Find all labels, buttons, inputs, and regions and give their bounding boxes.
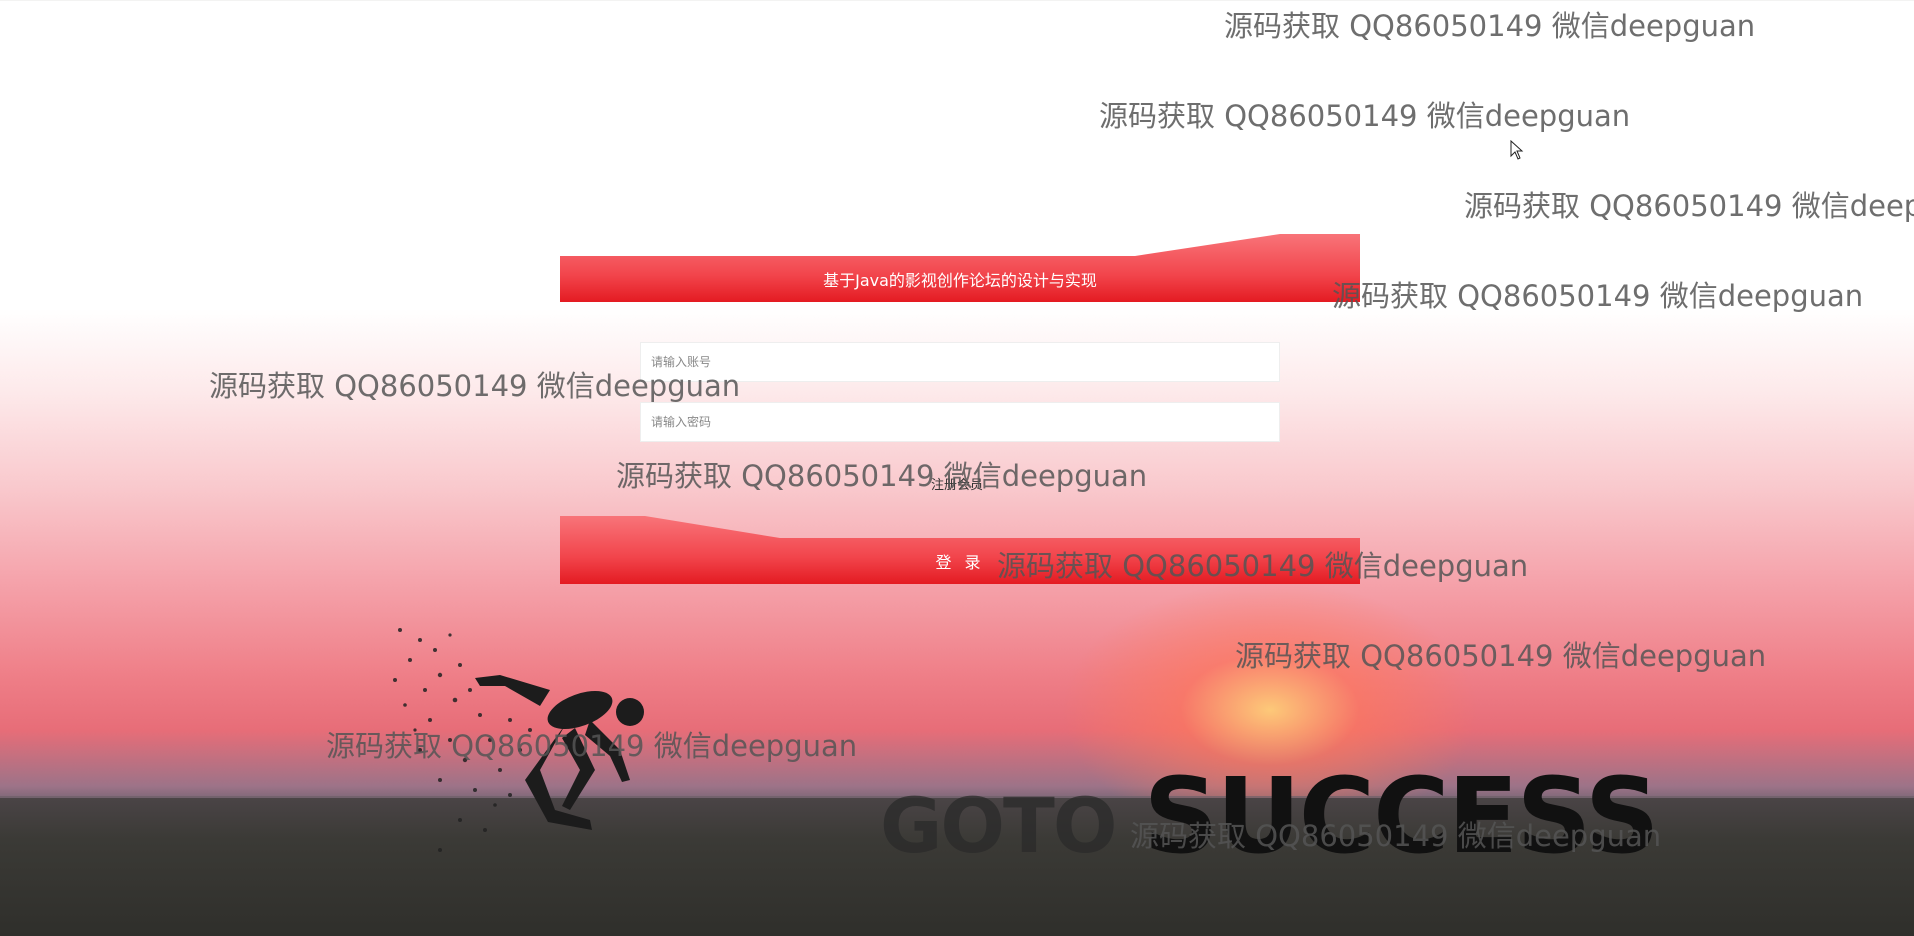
mouse-cursor-icon <box>1510 140 1524 160</box>
runner-illustration <box>393 628 644 852</box>
watermark: 源码获取 QQ86050149 微信deepguan <box>1332 279 1864 313</box>
title-banner: 基于Java的影视创作论坛的设计与实现 <box>560 234 1360 302</box>
watermark: 源码获取 QQ86050149 微信deepguan <box>616 459 1148 493</box>
password-input[interactable] <box>640 402 1280 442</box>
slogan-success: SUCCESS <box>1143 755 1659 877</box>
slogan-goto: GOTO <box>880 781 1117 870</box>
watermark: 源码获取 QQ86050149 微信deepguan <box>1099 99 1631 133</box>
page-title: 基于Java的影视创作论坛的设计与实现 <box>823 271 1097 290</box>
login-button[interactable]: 登 录 <box>560 516 1360 584</box>
watermark: 源码获取 QQ86050149 微信deepguan <box>1235 639 1767 673</box>
slogan: GOTO SUCCESS <box>880 755 1660 877</box>
register-link[interactable]: 注册会员 <box>920 474 994 493</box>
login-button-label: 登 录 <box>935 553 985 572</box>
watermark: 源码获取 QQ86050149 微信deepguan <box>1464 189 1914 223</box>
watermark: 源码获取 QQ86050149 微信deepguan <box>1224 9 1756 43</box>
account-input[interactable] <box>640 342 1280 382</box>
